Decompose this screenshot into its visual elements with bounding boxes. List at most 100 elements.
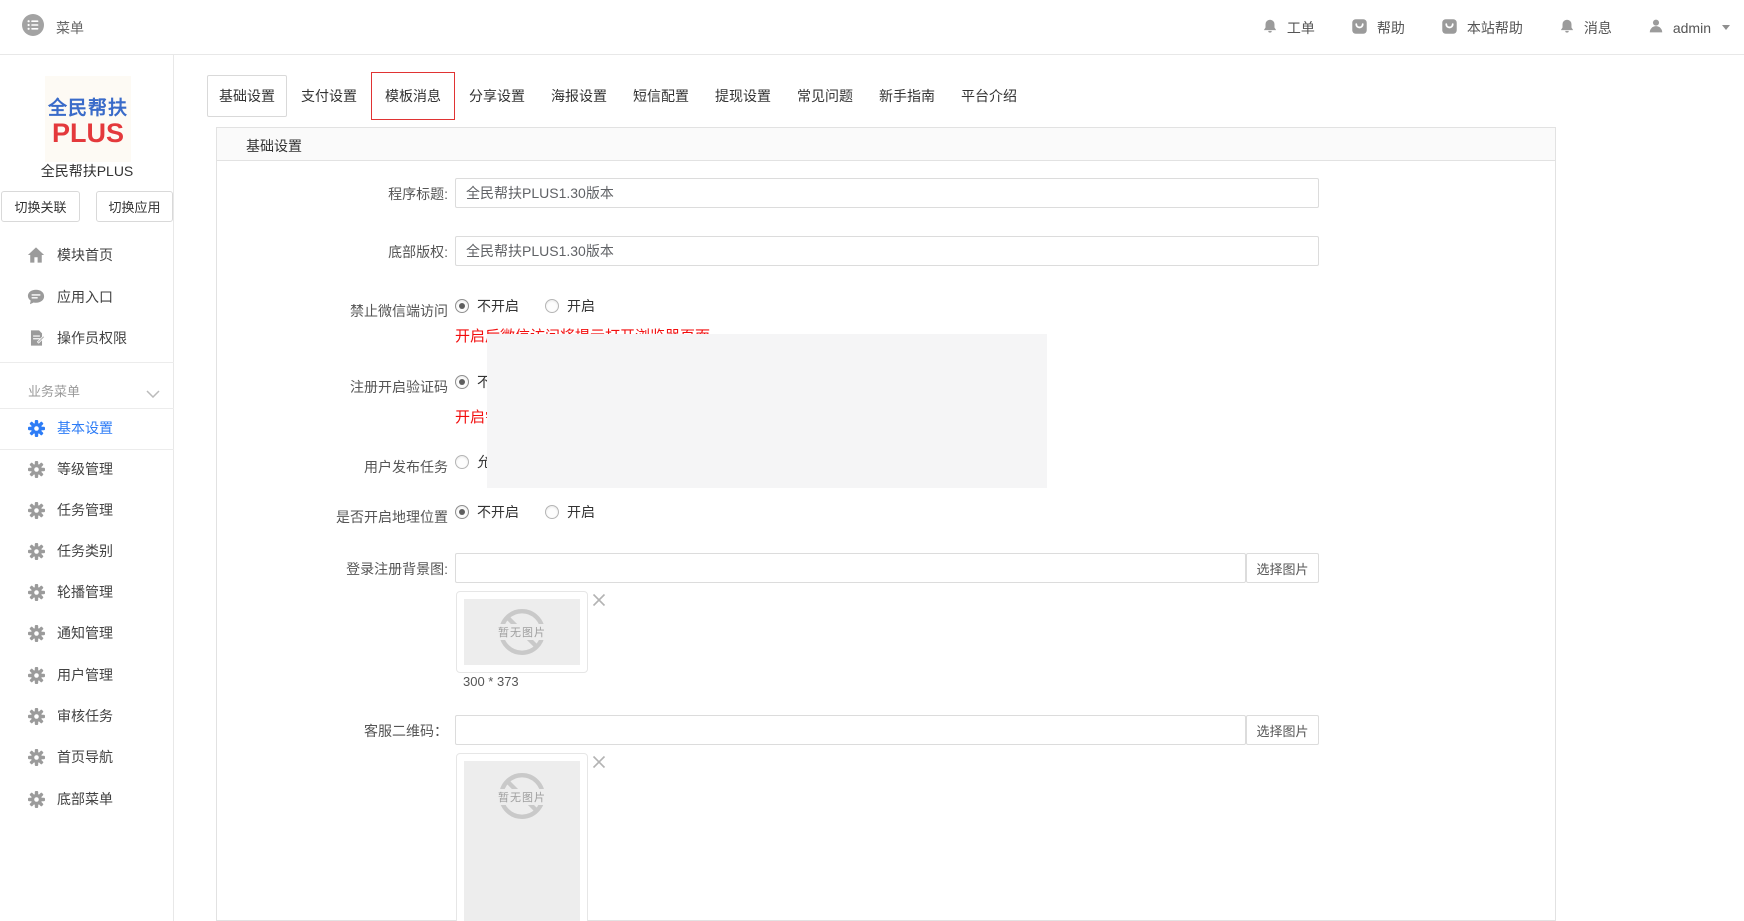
radio-unchecked-icon[interactable] — [455, 455, 469, 469]
site-help-item[interactable]: 本站帮助 — [1441, 18, 1523, 38]
sidebar-section-business-menu[interactable]: 业务菜单 — [0, 375, 174, 405]
menu-label: 菜单 — [56, 18, 84, 38]
customer-service-qr-thumbnail[interactable]: 暂无图片 — [456, 753, 588, 921]
choose-image-button[interactable]: 选择图片 — [1246, 553, 1319, 583]
menu-list-icon — [22, 14, 44, 41]
login-bg-image-label: 登录注册背景图: — [216, 561, 448, 577]
switch-relation-button[interactable]: 切换关联 — [1, 191, 80, 222]
sidebar-item-label: 审核任务 — [57, 706, 113, 726]
sidebar-item-task-management[interactable]: 任务管理 — [0, 490, 174, 530]
sidebar-item-operator-permissions[interactable]: 操作员权限 — [0, 318, 174, 358]
chevron-down-icon — [1722, 25, 1730, 30]
tab-platform-intro[interactable]: 平台介绍 — [949, 75, 1029, 117]
sidebar-item-label: 模块首页 — [57, 245, 113, 265]
sidebar-item-task-category[interactable]: 任务类别 — [0, 531, 174, 571]
radio-option-partial[interactable]: 允 — [455, 452, 491, 472]
app-title: 全民帮扶PLUS — [0, 161, 174, 181]
tab-faq[interactable]: 常见问题 — [785, 75, 865, 117]
sidebar-item-user-management[interactable]: 用户管理 — [0, 655, 174, 695]
login-bg-image-input[interactable] — [455, 553, 1246, 583]
logo-text-line1: 全民帮扶 — [48, 93, 128, 120]
tab-sms-config[interactable]: 短信配置 — [621, 75, 701, 117]
help-item[interactable]: 帮助 — [1351, 18, 1405, 38]
tab-beginner-guide[interactable]: 新手指南 — [867, 75, 947, 117]
no-image-placeholder: 暂无图片 — [464, 761, 580, 921]
tab-share-settings[interactable]: 分享设置 — [457, 75, 537, 117]
panel-title: 基础设置 — [246, 136, 302, 156]
panel-header — [216, 127, 1556, 161]
gear-icon — [27, 748, 45, 766]
radio-checked-icon[interactable] — [455, 375, 469, 389]
tab-withdrawal-settings[interactable]: 提现设置 — [703, 75, 783, 117]
sidebar-item-label: 轮播管理 — [57, 582, 113, 602]
sidebar-item-label: 基本设置 — [57, 418, 113, 438]
no-image-text: 暂无图片 — [496, 789, 548, 805]
gear-icon — [27, 583, 45, 601]
user-menu[interactable]: admin — [1648, 18, 1730, 37]
sidebar-item-notice-management[interactable]: 通知管理 — [0, 613, 174, 653]
settings-tabs: 基础设置 支付设置 模板消息 分享设置 海报设置 短信配置 提现设置 常见问题 … — [207, 72, 1029, 120]
site-help-badge-icon — [1441, 18, 1458, 38]
gear-icon — [27, 501, 45, 519]
radio-unchecked-icon[interactable] — [545, 299, 559, 313]
tab-basic-settings[interactable]: 基础设置 — [207, 75, 287, 117]
no-image-placeholder: 暂无图片 — [464, 599, 580, 665]
sidebar-item-basic-settings[interactable]: 基本设置 — [0, 408, 174, 448]
topbar-right-group: 工单 帮助 本站帮助 消息 admin — [1262, 0, 1730, 55]
no-image-text: 暂无图片 — [496, 624, 548, 640]
menu-toggle[interactable]: 菜单 — [22, 14, 84, 41]
sidebar-item-app-entry[interactable]: 应用入口 — [0, 277, 174, 317]
radio-option-off[interactable]: 不开启 — [455, 296, 519, 316]
username-label: admin — [1673, 20, 1711, 36]
radio-option-label: 开启 — [567, 296, 595, 316]
user-icon — [1648, 18, 1664, 37]
sidebar-item-label: 通知管理 — [57, 623, 113, 643]
gear-icon — [27, 707, 45, 725]
footer-copyright-input[interactable] — [455, 236, 1319, 266]
sidebar-item-label: 用户管理 — [57, 665, 113, 685]
admin-page: 菜单 工单 帮助 本站帮助 消息 admin — [0, 0, 1744, 921]
sidebar-item-module-home[interactable]: 模块首页 — [0, 235, 174, 275]
tab-poster-settings[interactable]: 海报设置 — [539, 75, 619, 117]
sidebar-item-carousel-management[interactable]: 轮播管理 — [0, 572, 174, 612]
gear-icon — [27, 542, 45, 560]
forbid-wechat-radio-group: 不开启 开启 — [455, 296, 595, 316]
login-bg-thumbnail[interactable]: 暂无图片 — [456, 591, 588, 673]
document-icon — [27, 329, 45, 347]
section-label: 业务菜单 — [28, 381, 80, 400]
radio-option-off[interactable]: 不开启 — [455, 502, 519, 522]
sidebar-item-label: 任务管理 — [57, 500, 113, 520]
home-icon — [27, 246, 45, 264]
work-order-label: 工单 — [1287, 18, 1315, 38]
sidebar-item-label: 底部菜单 — [57, 789, 113, 809]
tab-payment-settings[interactable]: 支付设置 — [289, 75, 369, 117]
program-title-input[interactable] — [455, 178, 1319, 208]
sidebar-item-bottom-menu[interactable]: 底部菜单 — [0, 779, 174, 819]
radio-unchecked-icon[interactable] — [545, 505, 559, 519]
radio-option-on[interactable]: 开启 — [545, 296, 595, 316]
bell-icon — [1559, 18, 1575, 38]
close-icon[interactable] — [592, 593, 606, 607]
bell-icon — [1262, 18, 1278, 38]
customer-service-qr-input[interactable] — [455, 715, 1246, 745]
choose-image-button[interactable]: 选择图片 — [1246, 715, 1319, 745]
switch-app-button[interactable]: 切换应用 — [96, 191, 173, 222]
work-order-item[interactable]: 工单 — [1262, 18, 1315, 38]
radio-option-on[interactable]: 开启 — [545, 502, 595, 522]
messages-item[interactable]: 消息 — [1559, 18, 1612, 38]
sidebar-item-home-navigation[interactable]: 首页导航 — [0, 737, 174, 777]
radio-checked-icon[interactable] — [455, 505, 469, 519]
close-icon[interactable] — [592, 755, 606, 769]
radio-checked-icon[interactable] — [455, 299, 469, 313]
radio-option-label: 开启 — [567, 502, 595, 522]
gear-icon — [27, 790, 45, 808]
help-label: 帮助 — [1377, 18, 1405, 38]
sidebar-item-level-management[interactable]: 等级管理 — [0, 449, 174, 489]
radio-option-partial[interactable]: 不 — [455, 372, 491, 392]
tab-template-message[interactable]: 模板消息 — [371, 72, 455, 120]
sidebar-item-review-tasks[interactable]: 审核任务 — [0, 696, 174, 736]
image-size-text: 300 * 373 — [463, 674, 519, 689]
gear-icon — [27, 419, 45, 437]
geo-location-radio-group: 不开启 开启 — [455, 502, 595, 522]
program-title-label: 程序标题: — [216, 186, 448, 202]
